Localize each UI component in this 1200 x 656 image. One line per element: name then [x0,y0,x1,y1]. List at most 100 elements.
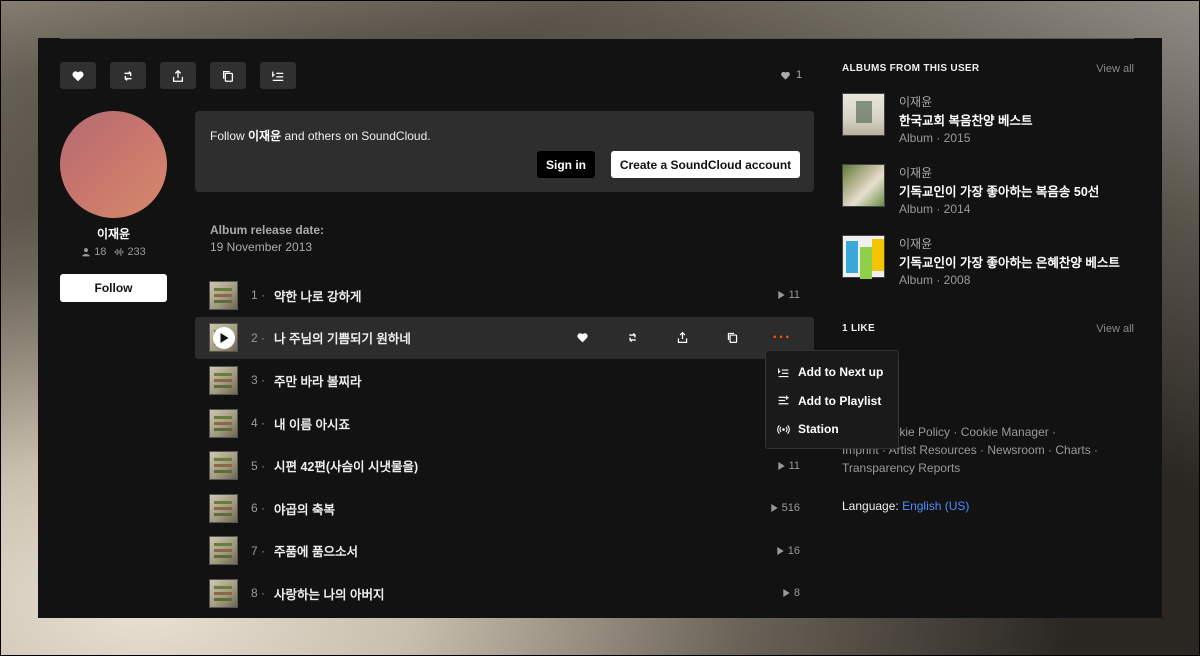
track-number: 4 · [251,416,266,431]
play-icon [777,291,785,300]
sign-in-button[interactable]: Sign in [537,151,595,178]
track-row[interactable]: 8 · 사랑하는 나의 아버지 8 [195,572,814,615]
track-artwork[interactable] [209,536,238,566]
likes-count-value: 1 [796,69,803,81]
album-meta: Album · 2008 [899,273,971,287]
share-button[interactable] [160,62,196,89]
share-icon [677,332,687,344]
track-artwork[interactable] [209,408,238,438]
release-date-label: Album release date: [210,223,325,237]
album-cover[interactable] [842,93,885,136]
create-account-button[interactable]: Create a SoundCloud account [611,151,800,178]
album-meta: Album · 2015 [899,131,971,145]
track-row[interactable]: 6 · 야곱의 축복 516 [195,487,814,530]
track-number: 6 · [251,501,266,516]
track-row[interactable]: 7 · 주품에 품으소서 16 [195,530,814,573]
track-title[interactable]: 나 주님의 기쁨되기 원하네 [274,328,411,347]
album-artist[interactable]: 이재윤 [899,164,932,181]
menu-item-label: Add to Next up [798,365,884,380]
album-title[interactable]: 한국교회 복음찬양 베스트 [899,110,1124,129]
track-share-button[interactable] [675,331,689,345]
track-artwork[interactable] [209,451,238,481]
tracks-stat[interactable]: 233 [114,246,146,258]
track-number: 1 · [251,288,266,303]
divider [60,38,1134,39]
album-meta: Album · 2014 [899,202,971,216]
track-number: 3 · [251,373,266,388]
track-number: 8 · [251,586,266,601]
album-item[interactable]: 이재윤 기독교인이 가장 좋아하는 복음송 50선 Album · 2014 [842,164,1142,216]
like-button[interactable] [60,62,96,89]
play-count: 16 [777,545,800,557]
track-row[interactable]: 1 · 약한 나로 강하게 11 [195,274,814,317]
track-title[interactable]: 내 이름 아시죠 [274,414,350,433]
footer-line[interactable]: Transparency Reports [842,459,1122,477]
track-copy-button[interactable] [725,331,739,345]
playlist-icon [778,395,789,405]
track-title[interactable]: 사랑하는 나의 아버지 [274,584,384,603]
follow-button[interactable]: Follow [60,274,167,302]
track-repost-button[interactable] [625,331,639,345]
language-link[interactable]: English (US) [902,499,969,513]
track-artwork[interactable] [209,365,238,395]
album-title[interactable]: 기독교인이 가장 좋아하는 은혜찬양 베스트 [899,252,1124,271]
play-icon [770,504,778,513]
track-title[interactable]: 야곱의 축복 [274,499,335,518]
track-artwork[interactable] [209,280,238,310]
play-icon [777,461,785,470]
followers-stat[interactable]: 18 [81,246,106,258]
repost-icon [628,333,636,343]
album-item[interactable]: 이재윤 한국교회 복음찬양 베스트 Album · 2015 [842,93,1142,145]
next-up-icon [272,71,284,81]
album-artist[interactable]: 이재윤 [899,235,932,252]
avatar[interactable] [60,111,167,218]
play-count: 8 [783,587,800,599]
track-artwork[interactable] [209,578,238,608]
play-icon [220,332,228,343]
main-panel: 1 이재윤 18 233 Follow Follow 이재윤 and other… [38,38,1162,618]
album-item[interactable]: 이재윤 기독교인이 가장 좋아하는 은혜찬양 베스트 Album · 2008 [842,235,1142,287]
track-number: 2 · [251,330,266,345]
user-name[interactable]: 이재윤 [60,225,167,242]
track-row[interactable]: 5 · 시편 42편(사슴이 시냇물을) 11 [195,444,814,487]
album-artist[interactable]: 이재윤 [899,93,932,110]
language-selector: Language: English (US) [842,499,969,513]
track-row[interactable]: 3 · 주만 바라 볼찌라 [195,359,814,402]
copy-link-button[interactable] [210,62,246,89]
play-icon [777,546,784,555]
repost-button[interactable] [110,62,146,89]
albums-view-all-link[interactable]: View all [1096,63,1134,75]
more-button[interactable]: ··· [773,329,791,345]
repost-icon [124,70,132,81]
more-menu: Add to Next up Add to Playlist Station [765,350,899,449]
track-title[interactable]: 약한 나로 강하게 [274,286,361,305]
add-to-next-up-button[interactable] [260,62,296,89]
track-artwork[interactable] [209,493,238,523]
track-row-active[interactable]: 2 · 나 주님의 기쁨되기 원하네 ··· [195,316,814,360]
album-title[interactable]: 기독교인이 가장 좋아하는 복음송 50선 [899,181,1124,200]
track-row[interactable]: 4 · 내 이름 아시죠 [195,402,814,445]
followers-count: 18 [94,246,107,258]
menu-item-add-to-next-up[interactable]: Add to Next up [766,358,898,387]
signup-prompt-text: Follow 이재윤 and others on SoundCloud. [210,129,431,143]
play-button[interactable] [213,326,235,349]
track-number: 7 · [251,543,266,558]
copy-icon [727,333,737,344]
track-title[interactable]: 주만 바라 볼찌라 [274,371,361,390]
track-title[interactable]: 주품에 품으소서 [274,541,358,560]
user-icon [82,248,90,257]
track-number: 5 · [251,458,266,473]
track-title[interactable]: 시편 42편(사슴이 시냇물을) [274,456,418,475]
next-up-icon [778,368,789,377]
menu-item-station[interactable]: Station [766,415,898,444]
track-actions: ··· [575,329,791,345]
track-list: 1 · 약한 나로 강하게 11 2 · 나 주님의 기쁨되기 원하네 ··· … [195,274,814,615]
likes-count[interactable]: 1 [780,69,802,81]
album-cover[interactable] [842,235,885,278]
track-like-button[interactable] [575,331,589,345]
likes-view-all-link[interactable]: View all [1096,323,1134,335]
album-cover[interactable] [842,164,885,207]
menu-item-add-to-playlist[interactable]: Add to Playlist [766,387,898,416]
menu-item-label: Add to Playlist [798,393,882,408]
waveform-icon [115,248,124,256]
